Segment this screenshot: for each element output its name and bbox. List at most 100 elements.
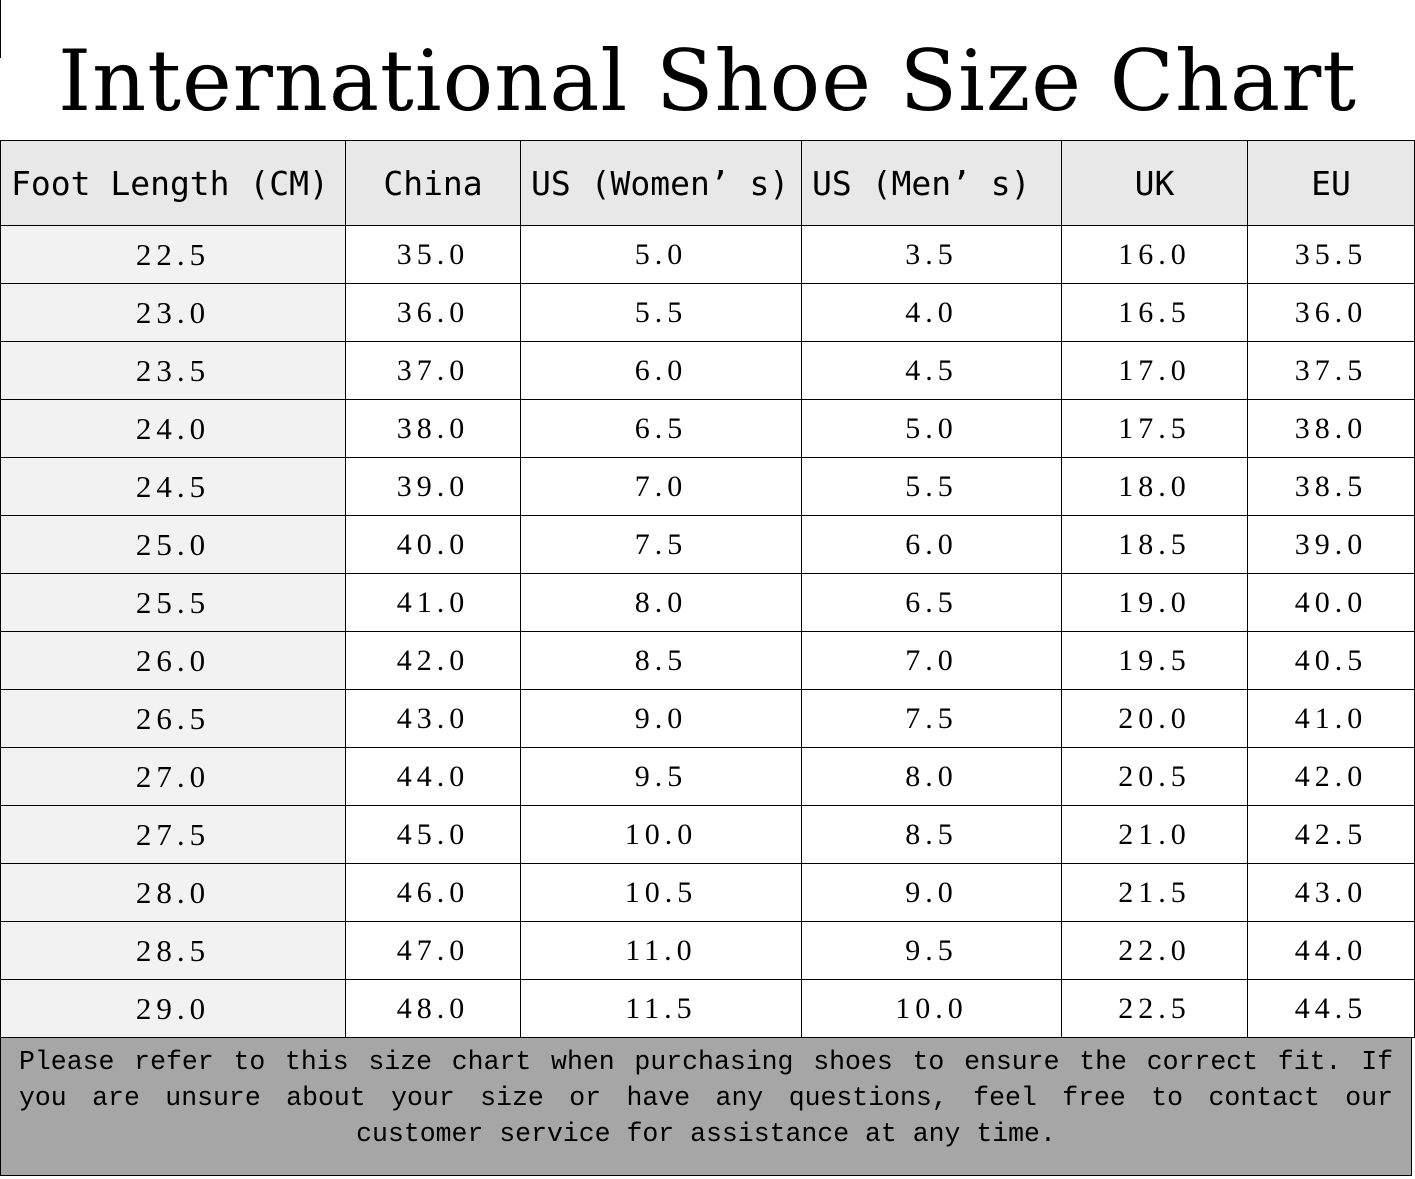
table-row: 27.0 44.0 9.5 8.0 20.5 42.0 <box>0 747 1415 806</box>
cell-us-women: 11.0 <box>520 921 802 980</box>
cell-foot-length: 24.0 <box>0 399 346 458</box>
cell-foot-length: 22.5 <box>0 225 346 284</box>
cell-us-women: 11.5 <box>520 979 802 1038</box>
cell-foot-length: 23.0 <box>0 283 346 342</box>
cell-us-men: 9.5 <box>801 921 1062 980</box>
table-row: 23.0 36.0 5.5 4.0 16.5 36.0 <box>0 283 1415 342</box>
cell-us-men: 4.5 <box>801 341 1062 400</box>
size-chart-table: Foot Length (CM) China US (Women’ s) US … <box>0 140 1415 1038</box>
table-row: 29.0 48.0 11.5 10.0 22.5 44.5 <box>0 979 1415 1038</box>
table-row: 25.0 40.0 7.5 6.0 18.5 39.0 <box>0 515 1415 574</box>
header-foot-length: Foot Length (CM) <box>0 140 346 226</box>
cell-eu: 38.0 <box>1247 399 1415 458</box>
cell-us-men: 9.0 <box>801 863 1062 922</box>
cell-us-men: 5.5 <box>801 457 1062 516</box>
cell-china: 45.0 <box>345 805 521 864</box>
cell-us-women: 6.0 <box>520 341 802 400</box>
cell-foot-length: 26.5 <box>0 689 346 748</box>
cell-us-men: 7.0 <box>801 631 1062 690</box>
cell-us-men: 8.5 <box>801 805 1062 864</box>
cell-eu: 40.5 <box>1247 631 1415 690</box>
cell-uk: 19.0 <box>1061 573 1248 632</box>
header-uk: UK <box>1061 140 1248 226</box>
header-eu: EU <box>1247 140 1415 226</box>
cell-foot-length: 25.0 <box>0 515 346 574</box>
cell-eu: 43.0 <box>1247 863 1415 922</box>
cell-uk: 20.0 <box>1061 689 1248 748</box>
cell-eu: 38.5 <box>1247 457 1415 516</box>
cell-foot-length: 26.0 <box>0 631 346 690</box>
table-row: 28.5 47.0 11.0 9.5 22.0 44.0 <box>0 921 1415 980</box>
cell-us-men: 10.0 <box>801 979 1062 1038</box>
cell-us-men: 8.0 <box>801 747 1062 806</box>
cell-us-women: 9.5 <box>520 747 802 806</box>
cell-us-women: 10.5 <box>520 863 802 922</box>
cell-china: 39.0 <box>345 457 521 516</box>
cell-uk: 18.0 <box>1061 457 1248 516</box>
table-header-row: Foot Length (CM) China US (Women’ s) US … <box>0 140 1415 226</box>
cell-foot-length: 25.5 <box>0 573 346 632</box>
cell-foot-length: 28.0 <box>0 863 346 922</box>
cell-china: 48.0 <box>345 979 521 1038</box>
table-body: 22.5 35.0 5.0 3.5 16.0 35.5 23.0 36.0 5.5 4.0 16.5… <box>0 225 1415 1038</box>
cell-us-men: 7.5 <box>801 689 1062 748</box>
header-china: China <box>345 140 521 226</box>
cell-foot-length: 28.5 <box>0 921 346 980</box>
cell-eu: 39.0 <box>1247 515 1415 574</box>
cell-foot-length: 23.5 <box>0 341 346 400</box>
cell-foot-length: 27.0 <box>0 747 346 806</box>
table-row: 26.5 43.0 9.0 7.5 20.0 41.0 <box>0 689 1415 748</box>
cell-eu: 44.5 <box>1247 979 1415 1038</box>
cell-uk: 18.5 <box>1061 515 1248 574</box>
cell-us-women: 10.0 <box>520 805 802 864</box>
cell-china: 38.0 <box>345 399 521 458</box>
cell-us-men: 5.0 <box>801 399 1062 458</box>
header-us-women: US (Women’ s) <box>520 140 802 226</box>
cell-china: 37.0 <box>345 341 521 400</box>
cell-us-women: 7.5 <box>520 515 802 574</box>
size-note: Please refer to this size chart when pur… <box>0 1037 1412 1176</box>
table-row: 27.5 45.0 10.0 8.5 21.0 42.5 <box>0 805 1415 864</box>
cell-china: 43.0 <box>345 689 521 748</box>
cell-foot-length: 29.0 <box>0 979 346 1038</box>
cell-china: 46.0 <box>345 863 521 922</box>
cell-us-men: 6.0 <box>801 515 1062 574</box>
cell-china: 42.0 <box>345 631 521 690</box>
table-row: 25.5 41.0 8.0 6.5 19.0 40.0 <box>0 573 1415 632</box>
cell-us-men: 6.5 <box>801 573 1062 632</box>
page-title: International Shoe Size Chart <box>57 32 1358 130</box>
table-row: 24.0 38.0 6.5 5.0 17.5 38.0 <box>0 399 1415 458</box>
cell-uk: 21.5 <box>1061 863 1248 922</box>
cell-uk: 22.0 <box>1061 921 1248 980</box>
cell-china: 41.0 <box>345 573 521 632</box>
cell-uk: 17.5 <box>1061 399 1248 458</box>
cell-eu: 42.5 <box>1247 805 1415 864</box>
cell-us-women: 7.0 <box>520 457 802 516</box>
cell-eu: 40.0 <box>1247 573 1415 632</box>
cell-us-men: 4.0 <box>801 283 1062 342</box>
cell-eu: 41.0 <box>1247 689 1415 748</box>
cell-us-women: 6.5 <box>520 399 802 458</box>
table-row: 22.5 35.0 5.0 3.5 16.0 35.5 <box>0 225 1415 284</box>
cell-us-women: 5.5 <box>520 283 802 342</box>
cell-uk: 19.5 <box>1061 631 1248 690</box>
cell-china: 36.0 <box>345 283 521 342</box>
header-us-men: US (Men’ s) <box>801 140 1062 226</box>
table-row: 28.0 46.0 10.5 9.0 21.5 43.0 <box>0 863 1415 922</box>
cell-uk: 20.5 <box>1061 747 1248 806</box>
cell-uk: 21.0 <box>1061 805 1248 864</box>
cell-uk: 16.0 <box>1061 225 1248 284</box>
cell-us-women: 8.0 <box>520 573 802 632</box>
cell-china: 47.0 <box>345 921 521 980</box>
cell-eu: 35.5 <box>1247 225 1415 284</box>
cell-uk: 22.5 <box>1061 979 1248 1038</box>
cell-eu: 36.0 <box>1247 283 1415 342</box>
table-row: 23.5 37.0 6.0 4.5 17.0 37.5 <box>0 341 1415 400</box>
cell-us-women: 9.0 <box>520 689 802 748</box>
cell-china: 44.0 <box>345 747 521 806</box>
cell-uk: 16.5 <box>1061 283 1248 342</box>
cell-eu: 42.0 <box>1247 747 1415 806</box>
cell-us-men: 3.5 <box>801 225 1062 284</box>
table-row: 26.0 42.0 8.5 7.0 19.5 40.5 <box>0 631 1415 690</box>
cell-foot-length: 27.5 <box>0 805 346 864</box>
